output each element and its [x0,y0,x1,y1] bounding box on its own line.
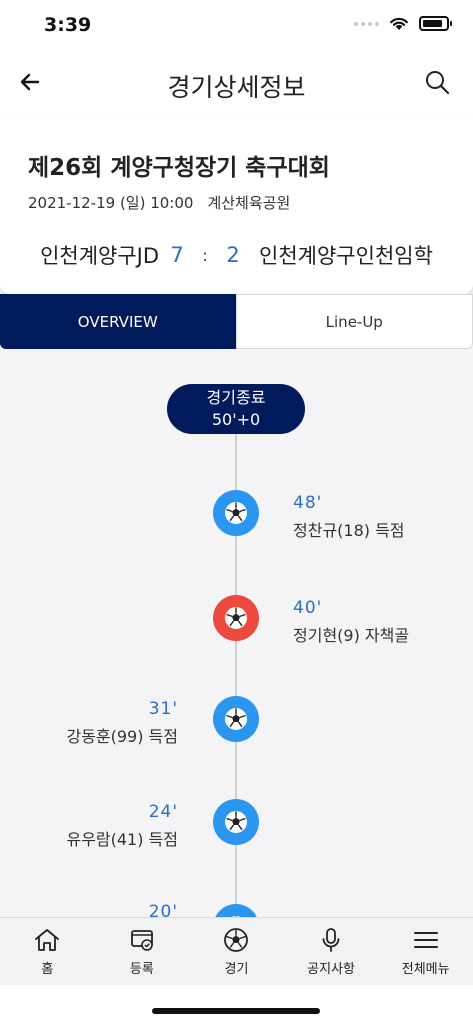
goal-icon [213,490,259,536]
app-header: 경기상세정보 [0,52,473,114]
match-detail-screen: 3:39 경기상세정보 제26회 계양구청장기 축구대회 2021-12-19 … [0,0,473,1024]
soccer-ball-icon [225,607,247,629]
menu-icon [413,931,438,948]
own-goal-icon [213,595,259,641]
home-icon [35,928,60,951]
home-indicator[interactable] [152,1008,320,1014]
home-team-name: 인천계양구JD [40,244,160,268]
event-description: 정찬규(18) 득점 [293,521,405,540]
score-separator: : [202,245,208,265]
event-minute: 24' [148,802,178,822]
nav-label: 전체메뉴 [401,961,450,977]
timeline-event: 20' [149,902,178,917]
match-timeline[interactable]: 경기종료 50'+0 48' 정찬규(18) 득점 40' 정기현(9) 자책골… [0,349,473,917]
match-date: 2021-12-19 (일) 10:00 [28,194,194,212]
nav-registration[interactable]: 등록 [95,918,190,985]
nav-all-menu[interactable]: 전체메뉴 [378,918,473,985]
battery-fill [423,20,442,27]
match-venue: 계산체육공원 [207,194,291,212]
timeline-event: 48' 정찬규(18) 득점 [293,493,405,541]
match-info-card: 제26회 계양구청장기 축구대회 2021-12-19 (일) 10:00 계산… [0,114,473,294]
nav-label: 경기 [224,961,249,977]
match-end-label: 경기종료 [206,388,266,407]
nav-label: 홈 [41,961,54,977]
tab-line-up[interactable]: Line-Up [235,294,473,349]
event-minute: 31' [148,699,178,719]
goal-icon [213,799,259,845]
event-minute: 48' [293,493,323,513]
goal-icon [213,696,259,742]
page-title: 경기상세정보 [167,73,306,102]
event-description: 유우람(41) 득점 [66,830,178,849]
nav-home[interactable]: 홈 [0,918,95,985]
timeline-event: 31' 강동훈(99) 득점 [66,699,178,747]
goal-icon [213,904,259,917]
event-description: 강동훈(99) 득점 [66,727,178,746]
match-end-badge: 경기종료 50'+0 [167,384,305,434]
soccer-ball-icon [224,927,249,952]
event-minute: 40' [293,598,323,618]
match-meta: 2021-12-19 (일) 10:00 계산체육공원 [28,192,290,213]
wifi-icon [390,17,408,30]
status-time: 3:39 [44,14,92,36]
event-minute: 20' [148,902,178,917]
nav-label: 공지사항 [307,961,355,977]
search-icon [426,71,450,95]
detail-tabs: OVERVIEW Line-Up [0,294,473,349]
soccer-ball-icon [225,811,247,833]
nav-match[interactable]: 경기 [189,918,284,985]
score-row: 인천계양구JD 7 : 2 인천계양구인천임학 [0,240,473,270]
home-score: 7 [170,243,184,267]
match-end-time: 50'+0 [211,410,261,429]
event-description: 정기현(9) 자책골 [293,626,410,645]
timeline-event: 24' 유우람(41) 득점 [66,802,178,850]
battery-icon [419,16,452,31]
status-icons [354,16,452,31]
bottom-navigation: 홈 등록 경기 공지사항 전체메뉴 [0,917,473,985]
cellular-signal-icon [354,21,379,26]
home-indicator-area [0,985,473,1024]
search-button[interactable] [419,64,455,100]
tournament-title: 제26회 계양구청장기 축구대회 [28,155,330,181]
registration-icon [130,929,153,951]
away-score: 2 [226,243,240,267]
timeline-event: 40' 정기현(9) 자책골 [293,598,409,646]
microphone-icon [322,927,340,952]
away-team-name: 인천계양구인천임학 [259,244,433,268]
tab-overview[interactable]: OVERVIEW [0,294,236,349]
nav-notice[interactable]: 공지사항 [284,918,379,985]
nav-label: 등록 [129,961,154,977]
status-bar: 3:39 [0,0,473,52]
soccer-ball-icon [225,708,247,730]
soccer-ball-icon [225,502,247,524]
